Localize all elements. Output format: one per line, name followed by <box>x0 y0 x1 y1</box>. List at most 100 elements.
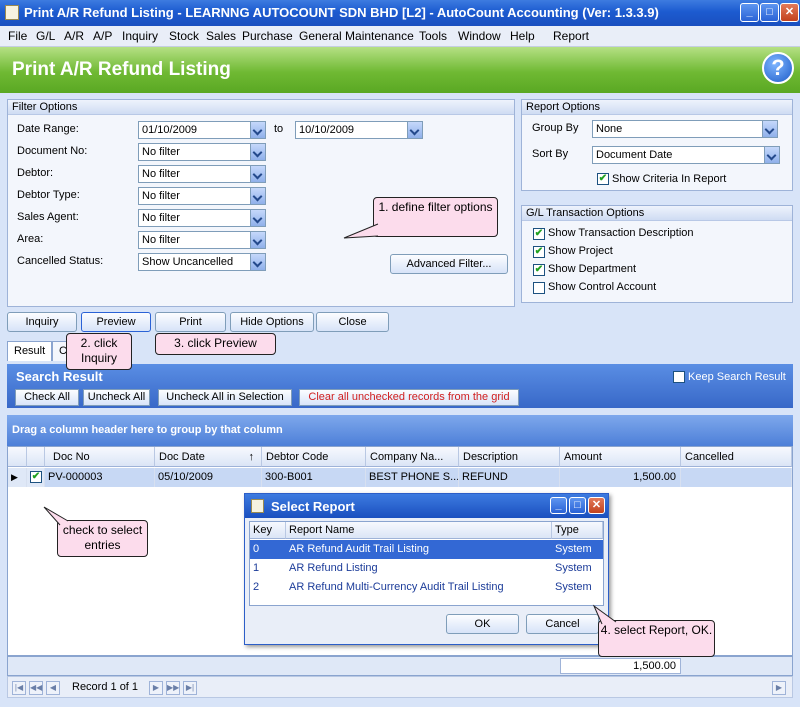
menu-ap[interactable]: A/P <box>93 29 112 43</box>
group-by-field[interactable]: None <box>592 120 778 138</box>
document-no-field[interactable]: No filter <box>138 143 266 161</box>
area-field[interactable]: No filter <box>138 231 266 249</box>
cell-description: REFUND <box>459 468 560 487</box>
document-no-label: Document No: <box>17 145 88 157</box>
menu-general-maintenance[interactable]: General Maintenance <box>299 29 414 43</box>
show-project-label: Show Project <box>548 245 613 257</box>
inquiry-button[interactable]: Inquiry <box>7 312 77 332</box>
select-report-dialog: Select Report _ □ ✕ Key Report Name Type… <box>244 493 609 645</box>
cell-cancelled <box>681 468 792 487</box>
column-type[interactable]: Type <box>552 522 603 539</box>
menu-tools[interactable]: Tools <box>419 29 447 43</box>
row-checkbox[interactable]: ✔ <box>30 471 42 483</box>
debtor-type-value: No filter <box>142 190 180 202</box>
help-icon[interactable]: ? <box>762 52 794 84</box>
table-row[interactable]: ▶ ✔ PV-000003 05/10/2009 300-B001 BEST P… <box>8 447 792 488</box>
menu-window[interactable]: Window <box>458 29 501 43</box>
group-by-value: None <box>596 123 623 135</box>
report-type: System <box>555 543 592 555</box>
chevron-down-icon[interactable] <box>407 122 422 138</box>
show-criteria-checkbox[interactable]: ✔ <box>597 173 609 185</box>
uncheck-all-button[interactable]: Uncheck All <box>83 389 150 406</box>
hide-options-button[interactable]: Hide Options <box>230 312 314 332</box>
cancelled-status-value: Show Uncancelled <box>142 256 234 268</box>
show-project-checkbox[interactable]: ✔ <box>533 246 545 258</box>
chevron-down-icon[interactable] <box>250 122 265 138</box>
chevron-down-icon[interactable] <box>250 144 265 160</box>
menu-stock[interactable]: Stock <box>169 29 199 43</box>
dialog-maximize-button[interactable]: □ <box>569 497 586 514</box>
chevron-down-icon[interactable] <box>250 188 265 204</box>
ok-button[interactable]: OK <box>446 614 519 634</box>
chevron-down-icon[interactable] <box>250 210 265 226</box>
menu-report[interactable]: Report <box>553 29 589 43</box>
area-label: Area: <box>17 233 44 245</box>
callout-click-preview: 3. click Preview <box>155 333 276 355</box>
menu-help[interactable]: Help <box>510 29 535 43</box>
row-check-cell[interactable]: ✔ <box>27 468 45 487</box>
sort-by-field[interactable]: Document Date <box>592 146 780 164</box>
sales-agent-field[interactable]: No filter <box>138 209 266 227</box>
list-item[interactable]: 1 AR Refund Listing System <box>250 559 603 578</box>
search-result-title: Search Result <box>16 369 103 384</box>
clear-unchecked-button[interactable]: Clear all unchecked records from the gri… <box>299 389 519 406</box>
menu-ar[interactable]: A/R <box>64 29 84 43</box>
menu-purchase[interactable]: Purchase <box>242 29 293 43</box>
previous-page-icon[interactable]: ◀◀ <box>29 681 43 695</box>
check-all-button[interactable]: Check All <box>15 389 79 406</box>
first-record-icon[interactable]: |◀ <box>12 681 26 695</box>
report-icon <box>251 499 264 513</box>
sales-agent-label: Sales Agent: <box>17 211 79 223</box>
menu-file[interactable]: File <box>8 29 27 43</box>
debtor-field[interactable]: No filter <box>138 165 266 183</box>
title-bar: Print A/R Refund Listing - LEARNNG AUTOC… <box>0 0 800 26</box>
next-page-icon[interactable]: ▶▶ <box>166 681 180 695</box>
list-item[interactable]: 2 AR Refund Multi-Currency Audit Trail L… <box>250 578 603 597</box>
date-from-field[interactable]: 01/10/2009 <box>138 121 266 139</box>
menu-sales[interactable]: Sales <box>206 29 236 43</box>
chevron-down-icon[interactable] <box>764 147 779 163</box>
scroll-right-icon[interactable]: ▶ <box>772 681 786 695</box>
gl-options-group: G/L Transaction Options ✔ Show Transacti… <box>521 205 793 303</box>
advanced-filter-button[interactable]: Advanced Filter... <box>390 254 508 274</box>
dialog-minimize-button[interactable]: _ <box>550 497 567 514</box>
debtor-type-field[interactable]: No filter <box>138 187 266 205</box>
cancelled-status-label: Cancelled Status: <box>17 255 104 267</box>
menu-inquiry[interactable]: Inquiry <box>122 29 158 43</box>
cancel-button[interactable]: Cancel <box>526 614 599 634</box>
keep-search-result-checkbox[interactable] <box>673 371 685 383</box>
list-item[interactable]: 0 AR Refund Audit Trail Listing System <box>250 540 603 559</box>
chevron-down-icon[interactable] <box>250 232 265 248</box>
print-button[interactable]: Print <box>155 312 226 332</box>
chevron-down-icon[interactable] <box>250 166 265 182</box>
previous-record-icon[interactable]: ◀ <box>46 681 60 695</box>
debtor-value: No filter <box>142 168 180 180</box>
report-name: AR Refund Listing <box>289 562 378 574</box>
group-by-bar[interactable]: Drag a column header here to group by th… <box>7 415 793 446</box>
column-key[interactable]: Key <box>250 522 286 539</box>
show-transaction-description-checkbox[interactable]: ✔ <box>533 228 545 240</box>
close-button[interactable]: Close <box>316 312 389 332</box>
minimize-button[interactable]: _ <box>740 3 759 22</box>
maximize-button[interactable]: □ <box>760 3 779 22</box>
dialog-close-button[interactable]: ✕ <box>588 497 605 514</box>
show-control-account-checkbox[interactable] <box>533 282 545 294</box>
group-by-hint: Drag a column header here to group by th… <box>12 424 283 436</box>
last-record-icon[interactable]: ▶| <box>183 681 197 695</box>
column-report-name[interactable]: Report Name <box>286 522 552 539</box>
chevron-down-icon[interactable] <box>250 254 265 270</box>
cell-amount: 1,500.00 <box>560 468 681 487</box>
date-to-field[interactable]: 10/10/2009 <box>295 121 423 139</box>
show-department-checkbox[interactable]: ✔ <box>533 264 545 276</box>
cell-doc-no: PV-000003 <box>45 468 155 487</box>
cancelled-status-field[interactable]: Show Uncancelled <box>138 253 266 271</box>
chevron-down-icon[interactable] <box>762 121 777 137</box>
uncheck-in-selection-button[interactable]: Uncheck All in Selection <box>158 389 292 406</box>
close-window-button[interactable]: ✕ <box>780 3 799 22</box>
menu-gl[interactable]: G/L <box>36 29 55 43</box>
preview-button[interactable]: Preview <box>81 312 151 332</box>
next-record-icon[interactable]: ▶ <box>149 681 163 695</box>
show-control-account-label: Show Control Account <box>548 281 657 293</box>
date-from-value: 01/10/2009 <box>142 124 198 136</box>
tab-result[interactable]: Result <box>7 341 53 361</box>
